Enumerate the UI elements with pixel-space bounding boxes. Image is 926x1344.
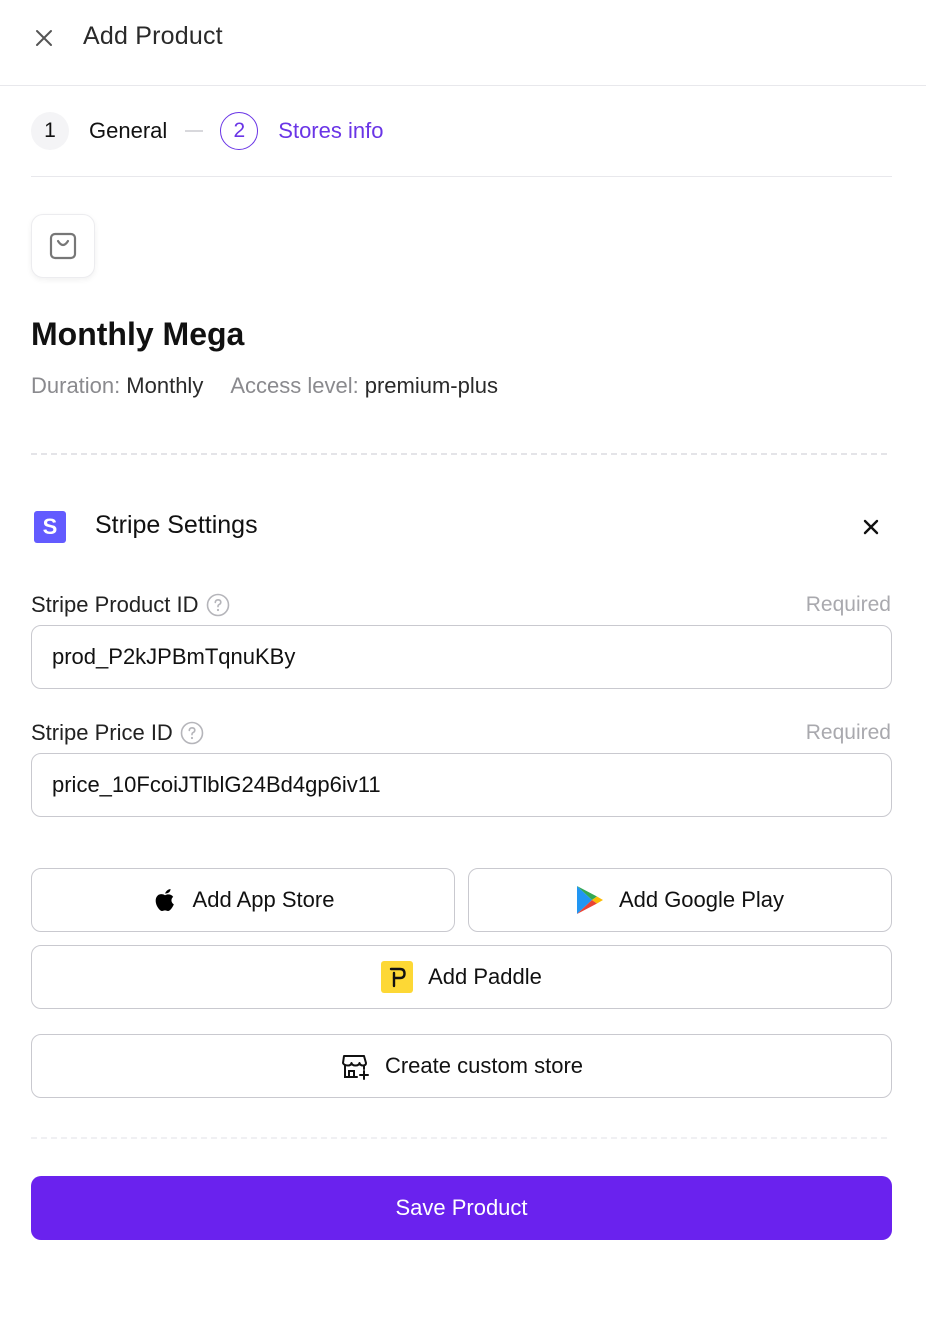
- step-1-number[interactable]: 1: [31, 112, 69, 150]
- help-icon[interactable]: [206, 593, 230, 617]
- divider: [31, 176, 892, 177]
- stripe-price-id-label-text: Stripe Price ID: [31, 720, 173, 745]
- apple-icon: [152, 886, 178, 914]
- stripe-price-id-input[interactable]: [31, 753, 892, 817]
- stripe-product-id-label-text: Stripe Product ID: [31, 592, 199, 617]
- add-google-play-label: Add Google Play: [618, 887, 785, 912]
- save-product-button[interactable]: Save Product: [31, 1176, 892, 1240]
- stripe-price-id-label: Stripe Price ID: [31, 720, 204, 746]
- duration-value: Monthly: [126, 373, 204, 398]
- remove-stripe-icon[interactable]: [857, 513, 885, 541]
- help-icon[interactable]: [180, 721, 204, 745]
- google-play-icon: [576, 885, 604, 915]
- product-meta: Duration: Monthly Access level: premium-…: [31, 373, 498, 399]
- required-hint: Required: [805, 721, 891, 744]
- shopping-bag-icon: [49, 232, 77, 260]
- create-custom-store-label: Create custom store: [384, 1053, 584, 1078]
- step-separator: [185, 130, 204, 132]
- add-paddle-button[interactable]: Add Paddle: [31, 945, 892, 1009]
- add-app-store-label: Add App Store: [192, 887, 335, 912]
- step-2-number[interactable]: 2: [220, 112, 259, 150]
- access-level-value: premium-plus: [364, 373, 498, 398]
- stripe-settings-title: Stripe Settings: [95, 511, 258, 539]
- modal-header: Add Product: [0, 0, 926, 86]
- access-level-label: Access level:: [230, 373, 359, 398]
- step-stores-info-label[interactable]: Stores info: [278, 118, 383, 144]
- close-icon[interactable]: [30, 24, 58, 52]
- add-app-store-button[interactable]: Add App Store: [31, 868, 455, 932]
- footer-divider: [31, 1137, 887, 1139]
- storefront-icon: [340, 1051, 370, 1081]
- stripe-product-id-input[interactable]: [31, 625, 892, 689]
- stripe-logo-icon: S: [34, 511, 66, 543]
- stripe-product-id-label: Stripe Product ID: [31, 592, 230, 618]
- section-divider: [31, 453, 887, 455]
- paddle-icon: [381, 961, 414, 993]
- add-google-play-button[interactable]: Add Google Play: [468, 868, 892, 932]
- step-general-label[interactable]: General: [89, 118, 167, 144]
- product-icon-box: [31, 214, 95, 278]
- product-name: Monthly Mega: [31, 316, 245, 352]
- add-paddle-label: Add Paddle: [428, 964, 542, 989]
- stepper: 1 General 2 Stores info: [31, 111, 383, 151]
- required-hint: Required: [805, 593, 891, 616]
- duration-label: Duration:: [31, 373, 121, 398]
- create-custom-store-button[interactable]: Create custom store: [31, 1034, 892, 1098]
- page-title: Add Product: [83, 22, 223, 50]
